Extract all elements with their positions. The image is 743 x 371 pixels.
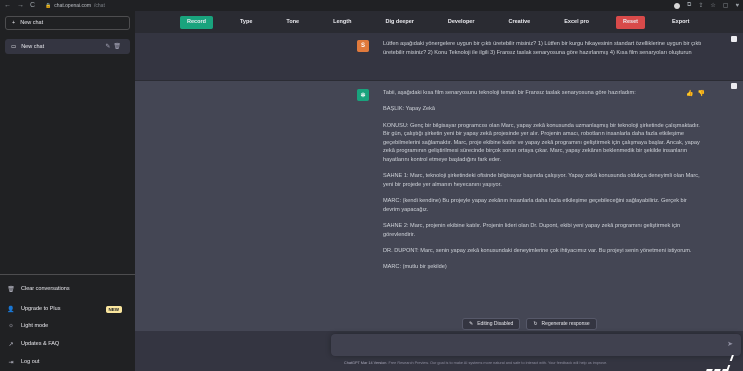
refresh-icon: ↻ [533, 321, 538, 327]
regenerate-label: Regenerate response [541, 321, 590, 327]
user-message: S Lütfen aşağıdaki yönergelere uygun bir… [135, 33, 743, 81]
copy-response-icon[interactable] [731, 83, 737, 89]
creative-button[interactable]: Creative [502, 16, 538, 29]
profile-icon[interactable]: ♥ [735, 3, 739, 9]
browser-actions: ⧉ ⇪ ☆ ▢ ♥ [674, 0, 739, 11]
sidebar: + New chat ▭ New chat ✎🗑 🗑 Clear convers… [0, 11, 135, 371]
new-chat-label: New chat [20, 20, 44, 26]
reset-button[interactable]: Reset [616, 15, 645, 29]
sidebar-divider [0, 274, 135, 275]
prompt-toolbar: Record Type Tone Length Dig deeper Devel… [135, 11, 743, 33]
footer-disclaimer: . Free Research Preview. Our goal is to … [386, 361, 608, 365]
upgrade-plus-button[interactable]: 👤 Upgrade to Plus NEW [5, 303, 130, 315]
developer-button[interactable]: Developer [441, 16, 482, 29]
back-icon[interactable]: ← [4, 0, 11, 11]
tone-button[interactable]: Tone [279, 16, 306, 29]
light-mode-button[interactable]: ☼ Light mode [5, 320, 130, 332]
trash-icon: 🗑 [7, 286, 15, 293]
excel-pro-button[interactable]: Excel pro [557, 16, 596, 29]
sun-icon: ☼ [8, 323, 14, 329]
floating-controls: ✎ Editing Disabled ↻ Regenerate response [462, 318, 597, 330]
dig-deeper-button[interactable]: Dig deeper [378, 16, 420, 29]
copy-prompt-icon[interactable] [731, 36, 737, 42]
lock-icon: 🔒 [45, 2, 52, 9]
editing-disabled-label: Editing Disabled [477, 321, 514, 327]
message-input[interactable]: ➤ [331, 334, 741, 356]
trash-icon[interactable]: 🗑 [113, 44, 124, 50]
footer-text: ChatGPT Mar 14 Version. Free Research Pr… [344, 361, 743, 365]
address-bar[interactable]: 🔒 chat.openai.com/chat [45, 3, 105, 9]
response-paragraph: SAHNE 1: Marc, teknoloji şirketindeki of… [383, 173, 700, 188]
forward-icon[interactable]: → [17, 0, 24, 11]
response-paragraph: MARC: (kendi kendine) Bu projeyle yapay … [383, 198, 687, 213]
url-path: /chat [94, 2, 105, 9]
chat-item-label: New chat [21, 43, 45, 50]
puzzle-icon[interactable]: ⧉ [687, 2, 691, 9]
light-mode-label: Light mode [21, 323, 49, 329]
assistant-message: ✲ 👍👎 Tabii, aşağıdaki kısa film senaryos… [135, 81, 743, 331]
openai-logo-icon: ✲ [357, 89, 369, 101]
chat-bubble-icon: ▭ [11, 43, 17, 50]
send-icon[interactable]: ➤ [727, 340, 733, 348]
user-avatar: S [357, 40, 369, 52]
logout-button[interactable]: ⇥ Log out [5, 356, 130, 368]
type-button[interactable]: Type [233, 16, 259, 29]
record-button[interactable]: Record [180, 15, 213, 29]
composer-area: ➤ ChatGPT Mar 14 Version. Free Research … [135, 331, 743, 371]
updates-faq-link[interactable]: ↗ Updates & FAQ [5, 338, 130, 350]
extension-icon[interactable] [674, 2, 681, 9]
new-badge: NEW [105, 305, 122, 313]
response-paragraph: BAŞLIK: Yapay Zekâ [383, 106, 436, 113]
clear-conversations-button[interactable]: 🗑 Clear conversations [5, 283, 130, 295]
clear-conversations-label: Clear conversations [21, 286, 70, 292]
response-paragraph: Tabii, aşağıdaki kısa film senaryosunu t… [383, 90, 636, 96]
url-host: chat.openai.com [54, 2, 91, 9]
updates-faq-label: Updates & FAQ [21, 341, 60, 347]
length-button[interactable]: Length [326, 16, 358, 29]
response-paragraph: SAHNE 2: Marc, projenin ekibine katılır.… [383, 222, 681, 238]
new-chat-button[interactable]: + New chat [5, 16, 130, 30]
star-icon[interactable]: ☆ [710, 2, 715, 9]
user-icon: 👤 [7, 306, 15, 313]
browser-toolbar: ← → C 🔒 chat.openai.com/chat ⧉ ⇪ ☆ ▢ ♥ [0, 0, 743, 11]
version-link[interactable]: ChatGPT Mar 14 Version [344, 361, 386, 365]
external-link-icon: ↗ [8, 341, 14, 348]
response-paragraph: KONUSU: Genç bir bilgisayar programcısı … [383, 122, 700, 163]
chat-item-actions: ✎🗑 [105, 43, 124, 50]
export-button[interactable]: Export [665, 16, 696, 29]
upgrade-plus-label: Upgrade to Plus [21, 306, 61, 312]
assistant-message-text: Tabii, aşağıdaki kısa film senaryosunu t… [383, 89, 705, 279]
response-paragraph: MARC: (mutlu bir şekilde) [383, 264, 447, 271]
editing-disabled-button[interactable]: ✎ Editing Disabled [462, 318, 521, 330]
logout-label: Log out [21, 359, 40, 365]
regenerate-button[interactable]: ↻ Regenerate response [526, 318, 597, 330]
user-message-text: Lütfen aşağıdaki yönergelere uygun bir ç… [383, 41, 702, 56]
page: ← → C 🔒 chat.openai.com/chat ⧉ ⇪ ☆ ▢ ♥ +… [0, 0, 743, 371]
sidebar-chat-item[interactable]: ▭ New chat ✎🗑 [5, 39, 130, 54]
window-icon[interactable]: ▢ [723, 2, 729, 9]
reload-icon[interactable]: C [30, 0, 35, 11]
logout-icon: ⇥ [8, 359, 14, 366]
response-paragraph: DR. DUPONT: Marc, senin yapay zekâ konus… [383, 247, 692, 254]
plus-icon: + [12, 20, 16, 26]
share-icon[interactable]: ⇪ [698, 2, 703, 9]
edit-icon: ✎ [469, 321, 474, 327]
